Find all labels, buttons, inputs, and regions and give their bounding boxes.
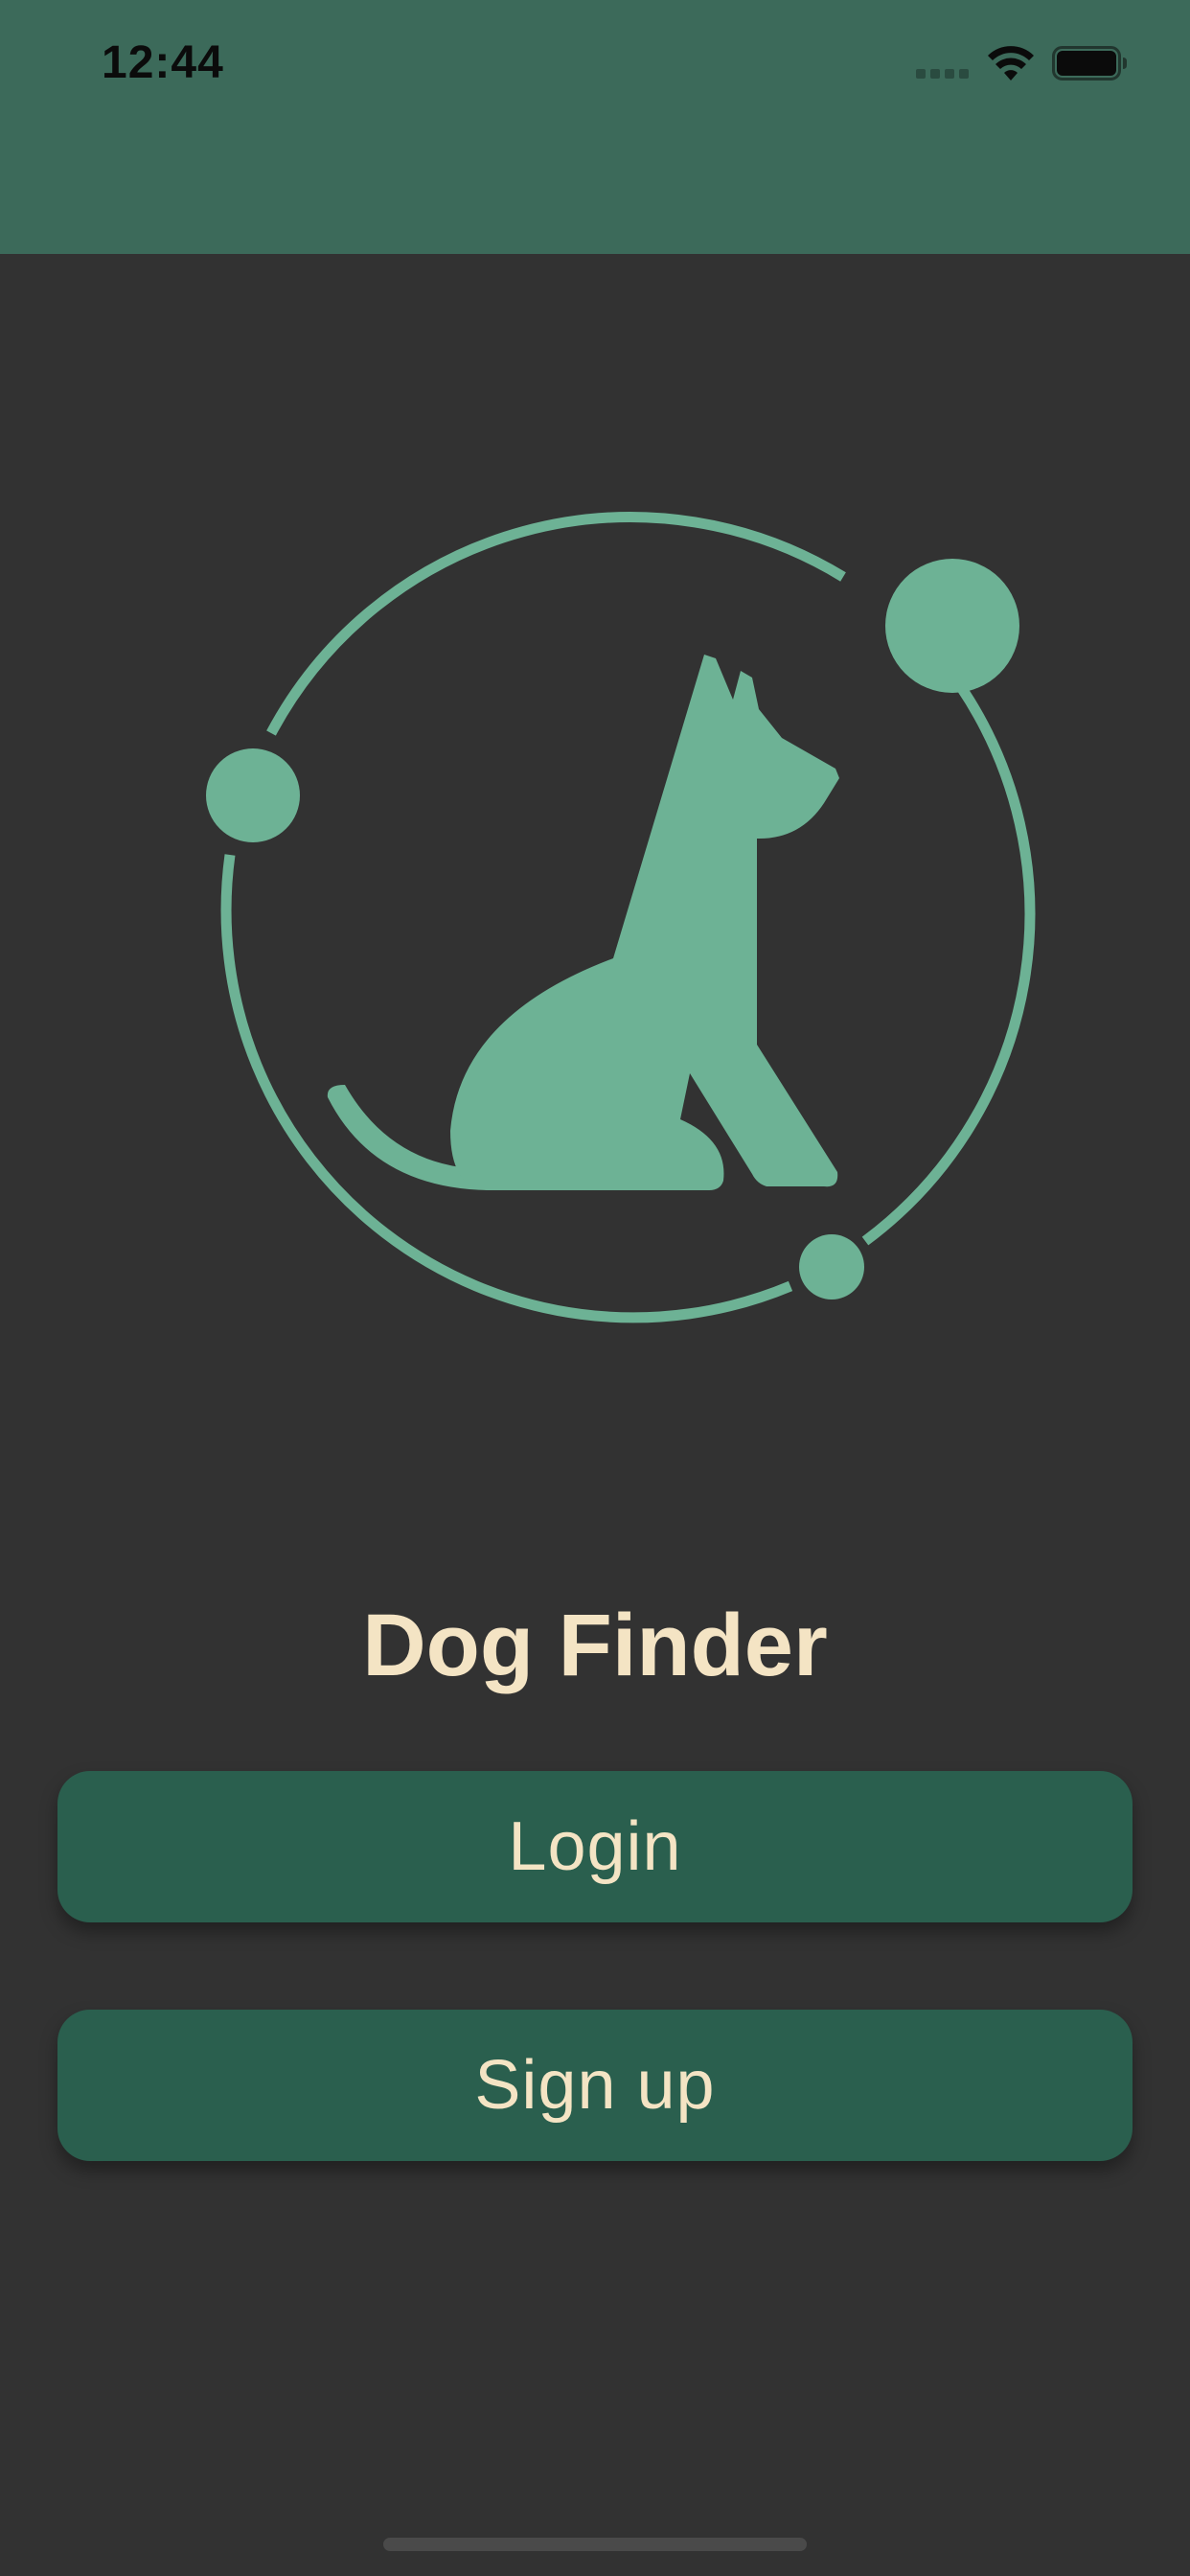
- status-bar-time: 12:44: [102, 37, 224, 88]
- orbit-ring-right: [861, 683, 1036, 1246]
- navigation-header: 12:44: [0, 0, 1190, 254]
- welcome-screen: 12:44 Dog Finder Login Sign up: [0, 0, 1190, 2576]
- battery-full-icon: [1052, 46, 1127, 80]
- cellular-signal-icon: [916, 69, 970, 80]
- orbit-dot-large: [885, 559, 1019, 693]
- home-indicator[interactable]: [383, 2538, 807, 2551]
- dog-orbit-logo-icon: [206, 512, 1036, 1323]
- login-button[interactable]: Login: [57, 1771, 1133, 1922]
- login-button-label: Login: [508, 1808, 682, 1885]
- signup-button-label: Sign up: [474, 2047, 716, 2124]
- wifi-icon: [988, 46, 1034, 80]
- orbit-dot-bottom: [799, 1234, 864, 1300]
- orbit-ring-top: [266, 512, 846, 736]
- signup-button[interactable]: Sign up: [57, 2010, 1133, 2161]
- app-title: Dog Finder: [362, 1597, 828, 1694]
- orbit-dot-left: [206, 748, 300, 842]
